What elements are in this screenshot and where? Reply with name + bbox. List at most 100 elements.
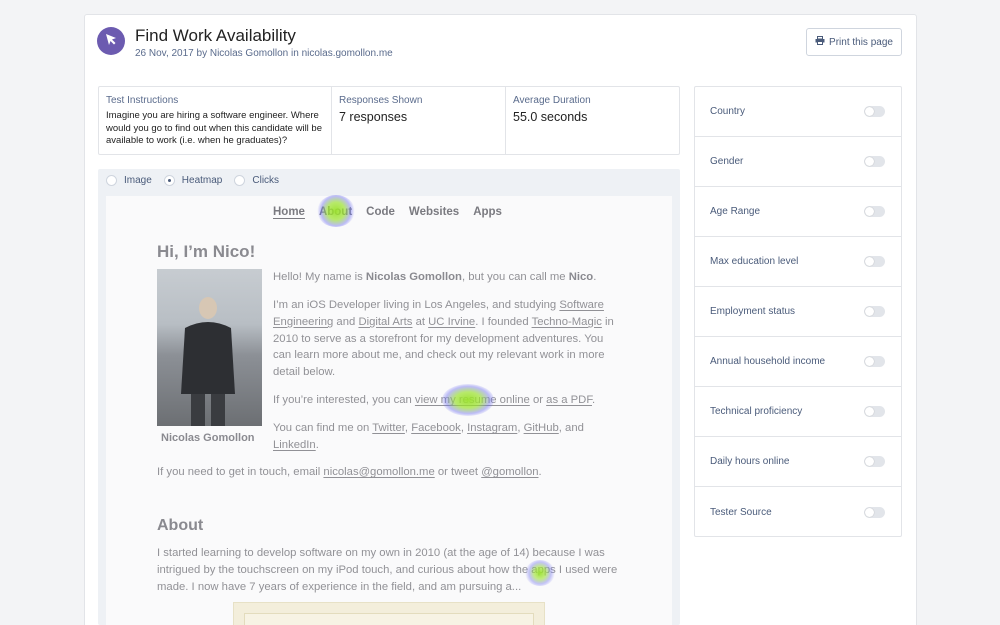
p1-nick: Nico bbox=[568, 271, 594, 283]
radio-heatmap[interactable] bbox=[163, 175, 175, 186]
site-nav-about[interactable]: About bbox=[319, 206, 352, 218]
p5-text-b: or tweet bbox=[434, 466, 482, 478]
p4-text-e: , and bbox=[558, 422, 584, 434]
p3-text-b: or bbox=[529, 394, 547, 406]
cursor-arrow-icon bbox=[103, 31, 119, 52]
filter-tech-proficiency: Technical proficiency bbox=[695, 387, 901, 437]
resume-paragraph: If you’re interested, you can view my re… bbox=[273, 392, 633, 409]
print-button[interactable]: Print this page bbox=[806, 28, 902, 56]
view-mode-image[interactable]: Image bbox=[106, 175, 152, 186]
link-instagram[interactable]: Instagram bbox=[467, 422, 517, 434]
person-figure bbox=[181, 297, 235, 426]
intro-paragraph: Hello! My name is Nicolas Gomollon, but … bbox=[273, 269, 623, 286]
radio-image[interactable] bbox=[106, 175, 117, 186]
site-heading: Hi, I’m Nico! bbox=[157, 242, 256, 261]
app-logo bbox=[97, 27, 125, 55]
filter-country-label: Country bbox=[710, 106, 746, 117]
p3-text-c: . bbox=[592, 394, 596, 406]
stat-duration-value: 55.0 seconds bbox=[513, 110, 588, 124]
filter-tech-proficiency-label: Technical proficiency bbox=[710, 406, 803, 417]
view-mode-image-label: Image bbox=[124, 175, 152, 186]
stats-panel: Test Instructions Imagine you are hiring… bbox=[98, 86, 680, 155]
link-techno-magic[interactable]: Techno-Magic bbox=[532, 316, 602, 328]
print-button-label: Print this page bbox=[829, 36, 893, 48]
filter-income: Annual household income bbox=[695, 337, 901, 387]
p2-text-c: at bbox=[412, 315, 429, 328]
view-mode-clicks[interactable]: Clicks bbox=[234, 175, 279, 186]
link-github[interactable]: GitHub bbox=[524, 422, 559, 434]
filter-gender-label: Gender bbox=[710, 156, 744, 167]
filter-gender: Gender bbox=[695, 137, 901, 187]
stat-instructions-text: Imagine you are hiring a software engine… bbox=[106, 110, 322, 146]
printer-icon bbox=[815, 36, 825, 48]
filter-tester-source-toggle[interactable] bbox=[864, 506, 885, 518]
link-email[interactable]: nicolas@gomollon.me bbox=[323, 466, 434, 478]
site-nav-home[interactable]: Home bbox=[273, 206, 305, 218]
filter-employment-toggle[interactable] bbox=[864, 306, 885, 317]
view-mode-heatmap-label: Heatmap bbox=[181, 175, 223, 186]
filter-employment: Employment status bbox=[695, 287, 901, 337]
filter-tester-source-label: Tester Source bbox=[710, 506, 772, 518]
site-screenshot: Home About Code Websites Apps Hi, I’m Ni… bbox=[106, 196, 672, 625]
view-mode-radios: Image Heatmap Clicks bbox=[106, 175, 291, 186]
p2-text-d: . I founded bbox=[475, 315, 532, 328]
page-title: Find Work Availability bbox=[135, 26, 296, 45]
filter-age-range-toggle[interactable] bbox=[864, 206, 885, 217]
p5-text-a: If you need to get in touch, email bbox=[157, 466, 324, 478]
page-byline[interactable]: 26 Nov, 2017 by Nicolas Gomollon in nico… bbox=[135, 48, 393, 59]
p1-text-a: Hello! My name is bbox=[273, 271, 366, 283]
view-mode-heatmap[interactable]: Heatmap bbox=[163, 175, 223, 186]
site-nav-code[interactable]: Code bbox=[366, 206, 395, 218]
site-nav-websites[interactable]: Websites bbox=[409, 206, 459, 218]
embedded-preview bbox=[233, 602, 545, 625]
filter-tech-proficiency-toggle[interactable] bbox=[864, 406, 885, 417]
site-nav-apps[interactable]: Apps bbox=[473, 206, 502, 218]
filter-income-toggle[interactable] bbox=[864, 356, 885, 367]
social-paragraph: You can find me on Twitter, Facebook, In… bbox=[273, 420, 613, 454]
stat-responses: Responses Shown 7 responses bbox=[332, 87, 506, 154]
stat-responses-value: 7 responses bbox=[339, 110, 408, 124]
stat-instructions-label: Test Instructions bbox=[106, 95, 179, 106]
p2-text-b: and bbox=[333, 315, 359, 328]
filter-daily-hours-label: Daily hours online bbox=[710, 456, 790, 467]
filter-country: Country bbox=[695, 87, 901, 137]
stat-duration-label: Average Duration bbox=[513, 95, 591, 106]
link-facebook[interactable]: Facebook bbox=[411, 422, 461, 434]
stat-instructions: Test Instructions Imagine you are hiring… bbox=[99, 87, 332, 154]
link-resume-online[interactable]: view my resume online bbox=[415, 394, 530, 406]
filter-income-label: Annual household income bbox=[710, 356, 826, 367]
link-digital-arts[interactable]: Digital Arts bbox=[358, 316, 412, 328]
p1-name: Nicolas Gomollon bbox=[365, 271, 462, 283]
filter-age-range-label: Age Range bbox=[710, 206, 761, 217]
link-twitter-handle[interactable]: @gomollon bbox=[481, 466, 538, 478]
p5-text-c: . bbox=[538, 466, 542, 478]
filter-education-label: Max education level bbox=[710, 256, 799, 267]
filter-education-toggle[interactable] bbox=[864, 256, 885, 267]
filter-country-toggle[interactable] bbox=[864, 106, 885, 117]
view-mode-clicks-label: Clicks bbox=[252, 175, 280, 186]
radio-clicks[interactable] bbox=[234, 175, 246, 186]
filter-education: Max education level bbox=[695, 237, 901, 287]
contact-paragraph: If you need to get in touch, email nicol… bbox=[157, 464, 627, 481]
filter-daily-hours-toggle[interactable] bbox=[864, 456, 885, 467]
p1-text-c: . bbox=[593, 271, 597, 283]
filter-gender-toggle[interactable] bbox=[864, 156, 885, 167]
filter-tester-source: Tester Source bbox=[695, 487, 901, 537]
link-twitter[interactable]: Twitter bbox=[372, 422, 405, 434]
filter-age-range: Age Range bbox=[695, 187, 901, 237]
p4-text-a: You can find me on bbox=[273, 422, 373, 434]
p4-text-f: . bbox=[315, 438, 319, 451]
filter-daily-hours: Daily hours online bbox=[695, 437, 901, 487]
link-uc-irvine[interactable]: UC Irvine bbox=[428, 316, 475, 328]
link-resume-pdf[interactable]: as a PDF bbox=[546, 394, 592, 406]
about-heading: About bbox=[157, 517, 204, 534]
p3-text-a: If you’re interested, you can bbox=[273, 394, 415, 406]
profile-photo bbox=[157, 269, 262, 426]
p2-text-a: I’m an iOS Developer living in Los Angel… bbox=[273, 299, 560, 311]
link-linkedin[interactable]: LinkedIn bbox=[273, 439, 316, 451]
bio-paragraph: I’m an iOS Developer living in Los Angel… bbox=[273, 297, 623, 381]
photo-caption: Nicolas Gomollon bbox=[161, 432, 255, 444]
p1-text-b: , but you can call me bbox=[461, 271, 569, 283]
demographic-filters: Country Gender Age Range Max education l… bbox=[694, 86, 902, 537]
about-paragraph: I started learning to develop software o… bbox=[157, 547, 618, 593]
